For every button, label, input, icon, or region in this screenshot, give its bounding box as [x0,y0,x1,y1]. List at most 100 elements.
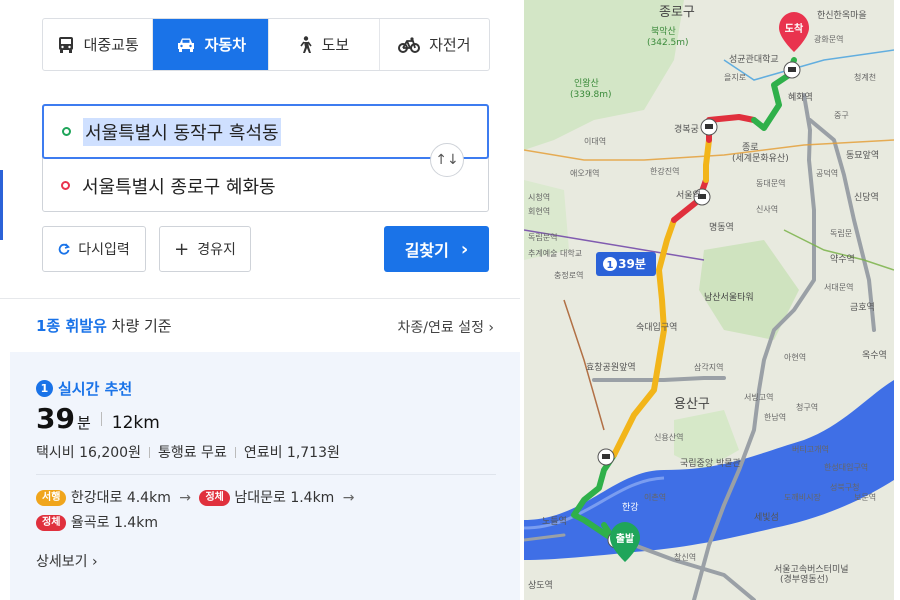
route-inputs: 서울특별시 동작구 흑석동 서울특별시 종로구 혜화동 ↑↓ [42,104,489,212]
destination-field[interactable]: 서울특별시 종로구 혜화동 [43,159,488,212]
map-label: 동묘앞역 [846,149,879,161]
map-label: 을지로 [724,73,746,82]
map-label: 효창공원앞역 [586,361,636,373]
map-label: 공덕역 [816,168,838,178]
travel-distance: 12km [111,413,160,433]
map-label: 애오개역 [570,168,599,178]
map-label: 추계예술 대학교 [528,248,582,258]
tab-label: 자전거 [429,36,471,54]
map-label: 남산서울타워 [704,292,754,303]
tab-public-transit[interactable]: 대중교통 [43,19,154,70]
origin-marker-icon: 출발 [610,522,640,562]
toll-fee: 통행료 무료 [157,445,227,461]
tab-walk[interactable]: 도보 [269,19,380,70]
traffic-road: 남대문로 1.4km [234,490,335,506]
origin-marker-label: 출발 [616,532,635,545]
taxi-fare: 택시비 16,200원 [36,445,141,461]
map-park [524,0,684,150]
map-label: 이대역 [584,136,606,146]
traffic-summary: 서행 한강대로 4.4km → 정체 남대문로 1.4km → 정체 율곡로 1… [36,486,476,536]
travel-time: 39 [36,402,75,435]
tab-label: 대중교통 [83,36,139,54]
find-route-button[interactable]: 길찾기 › [384,226,489,272]
map-label: 종로구 [659,5,695,20]
map-label: 신용산역 [654,432,683,442]
travel-time-unit: 분 [76,414,91,432]
map-label: 광화문역 [814,34,843,44]
reset-label: 다시입력 [78,242,130,258]
car-icon [177,38,194,52]
map-label: 창신역 [674,552,696,562]
map-label: 숙대입구역 [636,321,677,333]
view-details-link[interactable]: 상세보기 › [36,551,98,571]
traffic-status-badge: 서행 [36,490,67,506]
refresh-icon [58,243,71,255]
route-time-badge: 1 39분 [596,252,656,276]
map-label: 노들역 [542,516,567,527]
fuel-type: 1종 휘발유 [36,317,107,335]
map-label: 옥수역 [862,350,887,361]
separator [100,411,102,426]
route-panel: 대중교통 자동차 도보 자전거 서울특별시 동작구 흑석동 서울특별시 종로구 … [0,0,520,600]
vehicle-settings-link[interactable]: 차종/연료 설정 › [398,317,495,337]
section-divider [0,298,520,299]
map-label: 한성대입구역 [824,462,868,472]
origin-dot-icon [62,127,71,136]
map-label: (339.8m) [570,90,612,100]
map-label: 한강진역 [650,166,679,176]
map-label: 한신한옥마을 [817,10,867,21]
map-canvas: 도착 출발 1 39분 종로구 북악산 (342.5m) 인왕산 (339.8m… [524,0,894,600]
traffic-road: 율곡로 1.4km [70,515,158,531]
map-label: 인왕산 [574,78,599,89]
map-label: 서대문역 [824,282,853,292]
map-label: 성북구청 [830,483,859,492]
map-label: 종로 [742,142,759,153]
route-result-card[interactable]: 1 실시간 추천 39 분 12km 택시비 16,200원 통행료 무료 연료… [10,352,520,600]
destination-marker-icon: 도착 [779,12,809,52]
walk-icon [299,35,312,53]
origin-field[interactable]: 서울특별시 동작구 흑석동 [42,104,489,159]
map-label: (세계문화유산) [732,152,789,164]
map-label: 상도역 [528,580,553,591]
map-label: 회현역 [528,206,550,216]
find-route-label: 길찾기 [404,241,449,260]
map-label: 한남역 [764,412,786,422]
origin-text: 서울특별시 동작구 흑석동 [83,117,281,146]
separator [148,446,150,458]
tab-bicycle[interactable]: 자전거 [380,19,489,70]
map-label: 서울고속버스터미널 [774,564,849,575]
map-label: 이촌역 [644,492,666,502]
map-label: 버티고개역 [792,444,829,454]
reset-button[interactable]: 다시입력 [42,226,146,272]
map-label: (경부영동선) [780,573,828,585]
traffic-status-badge: 정체 [199,490,230,506]
route-segment-slow [703,137,712,183]
destination-text: 서울특별시 종로구 혜화동 [82,176,276,198]
add-waypoint-button[interactable]: + 경유지 [159,226,251,272]
map-label: 세빛섬 [754,512,779,523]
map-label: 도깨비시장 [784,492,821,502]
destination-marker-label: 도착 [785,22,804,35]
arrow-right-icon: → [342,490,355,506]
map-label: 독립문역 [528,232,557,242]
criteria-suffix: 차량 기준 [106,317,172,335]
map-label: 중구 [834,111,849,120]
plus-icon: + [174,238,190,260]
travel-summary: 39 분 12km [36,402,160,435]
map-label: 동대문역 [756,178,785,188]
map-road [592,376,726,382]
map-label: 북악산 [651,25,676,37]
transport-mode-tabs: 대중교통 자동차 도보 자전거 [42,18,490,71]
map-label: 청구역 [796,402,818,412]
map-label: 보문역 [854,492,876,502]
vehicle-criteria: 1종 휘발유 차량 기준 [36,315,172,336]
map-label: 아현역 [784,352,806,362]
arrow-right-icon: → [179,490,192,506]
map-label: 용산구 [674,397,710,412]
map-label: (342.5m) [647,38,689,48]
route-map[interactable]: 도착 출발 1 39분 종로구 북악산 (342.5m) 인왕산 (339.8m… [524,0,894,600]
tab-label: 자동차 [204,36,246,54]
swap-route-button[interactable]: ↑↓ [430,143,464,177]
tab-car[interactable]: 자동차 [153,19,270,70]
result-header: 1 실시간 추천 [36,378,132,399]
